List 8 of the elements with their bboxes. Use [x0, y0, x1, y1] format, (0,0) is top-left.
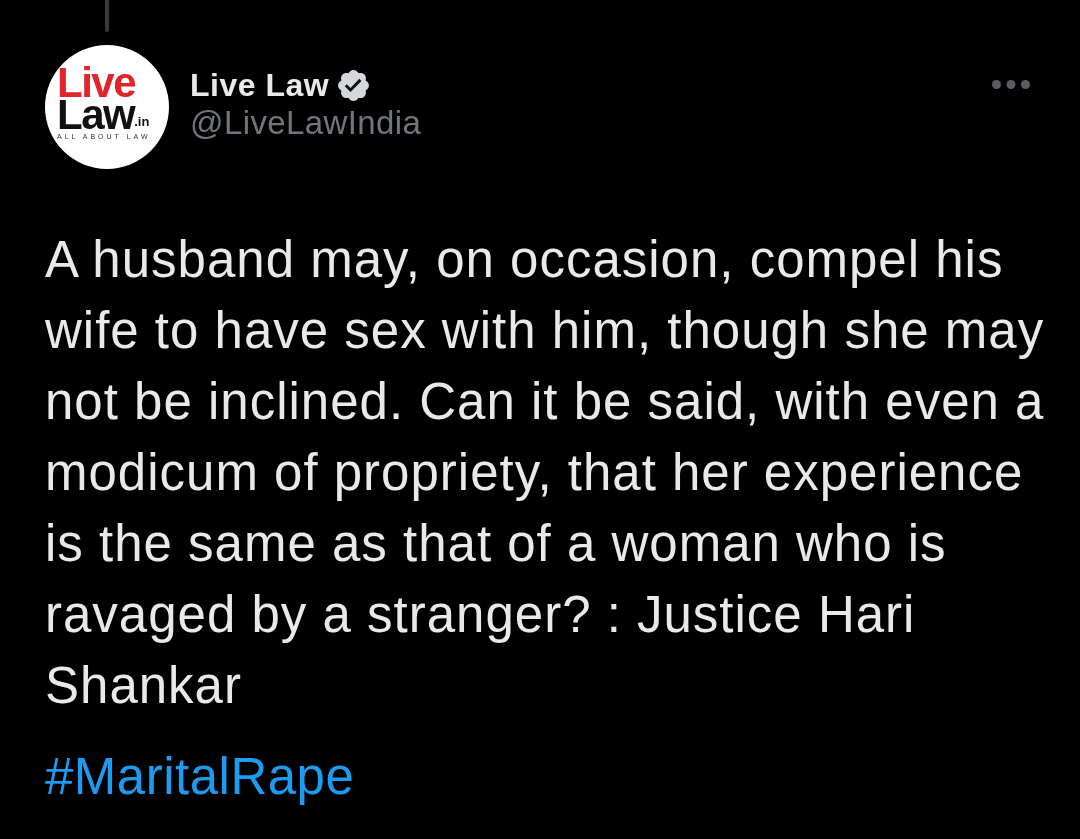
- tweet-text: A husband may, on occasion, compel his wife to have sex with him, though she may not be inclined. Can it be said, with even a modicum of propriety, that her experience is the same as that of a woman who is ravaged by a stranger? : Justice Hari Shankar: [45, 230, 1046, 716]
- more-dots-icon: [992, 79, 1030, 89]
- author-handle[interactable]: @LiveLawIndia: [190, 104, 422, 142]
- logo-wordmark-top: Live: [57, 67, 136, 99]
- hashtag-link[interactable]: #MaritalRape: [45, 741, 355, 812]
- logo-suffix: .in: [134, 115, 150, 129]
- author-name[interactable]: Live Law: [190, 66, 330, 104]
- logo-wordmark-bottom: Law: [57, 99, 135, 131]
